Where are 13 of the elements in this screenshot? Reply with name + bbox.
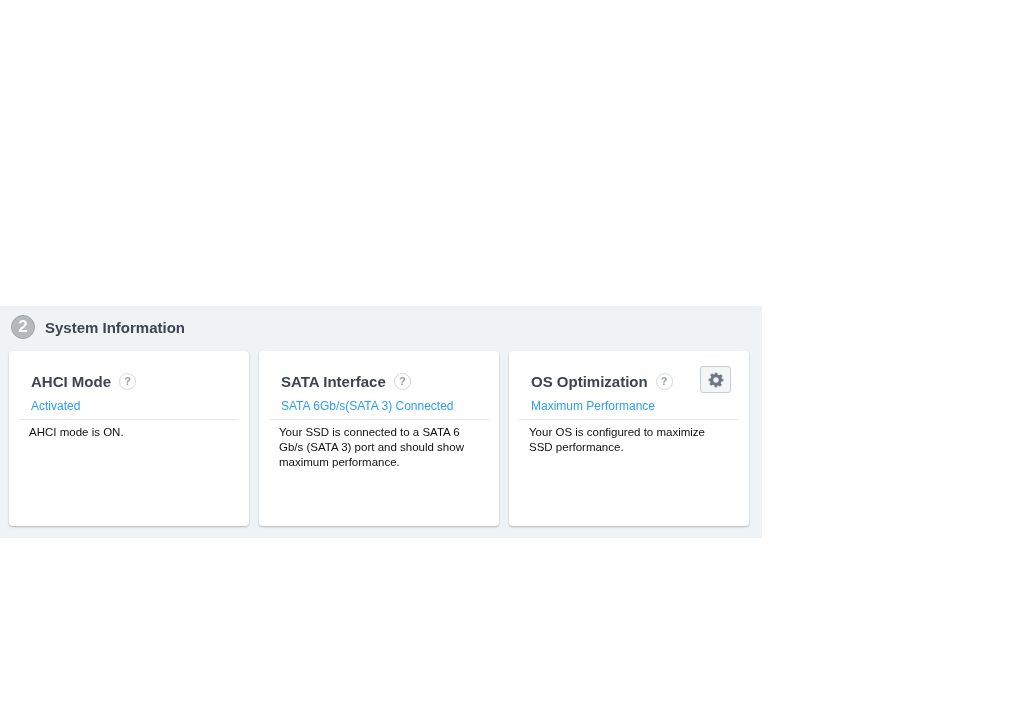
settings-icon — [707, 371, 724, 388]
section-title: System Information — [45, 318, 186, 336]
card-title: SATA Interface — [281, 372, 386, 390]
status-text: Maximum Performance — [530, 398, 657, 415]
card-description: AHCI mode is ON. — [28, 425, 125, 440]
card-title: OS Optimization — [531, 372, 648, 390]
settings-button[interactable] — [700, 366, 731, 393]
card-description: Your OS is configured to maximize SSD performance. — [528, 425, 706, 455]
card-description: Your SSD is connected to a SATA 6 Gb/s (SATA 3) port and should show maximum performance. — [278, 425, 465, 470]
status-text: Activated — [30, 398, 82, 415]
status-text: SATA 6Gb/s(SATA 3) Connected — [280, 398, 455, 415]
card-title: AHCI Mode — [31, 372, 111, 390]
step-number: 2 — [11, 315, 35, 339]
